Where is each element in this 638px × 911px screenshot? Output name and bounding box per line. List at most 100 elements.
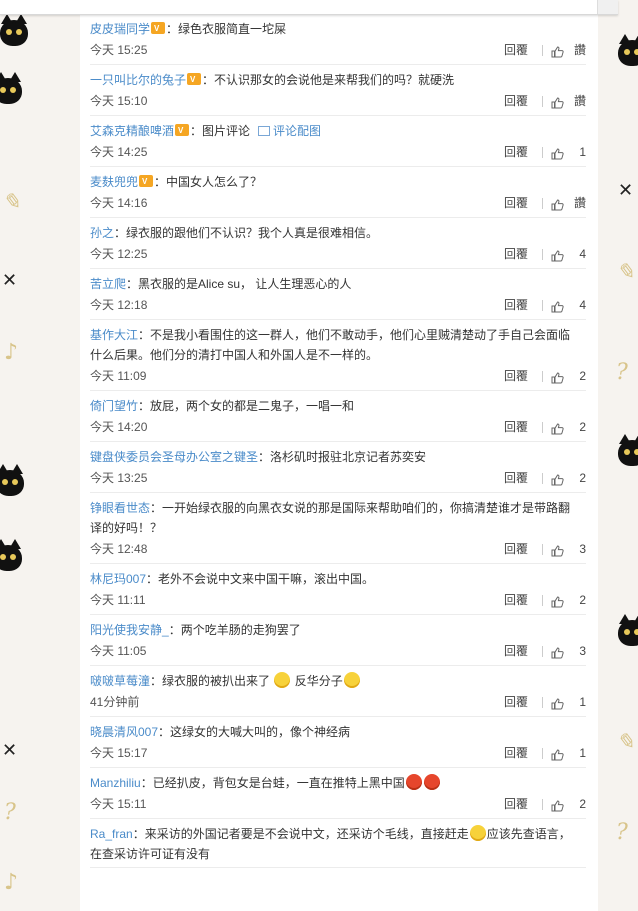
thumbs-up-icon[interactable] <box>551 95 564 109</box>
comment-meta-row: 今天 12:18 回覆 4 <box>90 294 586 316</box>
comment-content: ：一开始绿衣服的向黑衣女说的那是国际来帮助咱们的，你搞清楚谁才是带路翻译的好吗！… <box>90 501 571 535</box>
comment-username-link[interactable]: 一只叫比尔的兔子 <box>90 73 186 87</box>
reply-button[interactable]: 回覆 <box>504 295 528 315</box>
thumbs-up-icon[interactable] <box>551 421 564 435</box>
thumbs-up-icon[interactable] <box>551 248 564 262</box>
comment-timestamp: 今天 11:09 <box>90 369 147 383</box>
comment-text-line: 啵啵草莓潼：绿衣服的被扒出来了 反华分子 <box>90 671 586 691</box>
divider <box>542 95 543 107</box>
like-count[interactable]: 4 <box>572 295 586 315</box>
comment-timestamp: 今天 15:10 <box>90 94 148 108</box>
reply-button[interactable]: 回覆 <box>504 539 528 559</box>
reply-button[interactable]: 回覆 <box>504 91 528 111</box>
thumbs-up-icon[interactable] <box>551 44 564 58</box>
thumbs-up-icon[interactable] <box>551 696 564 710</box>
thumbs-up-icon[interactable] <box>551 472 564 486</box>
comment-text-line: 键盘侠委员会圣母办公室之键圣：洛杉矶时报驻北京记者苏奕安 <box>90 447 586 467</box>
thumbs-up-icon[interactable] <box>551 645 564 659</box>
black-cat-decoration <box>618 34 638 66</box>
thumbs-up-icon[interactable] <box>551 543 564 557</box>
comment-item: 铮眼看世态：一开始绿衣服的向黑衣女说的那是国际来帮助咱们的，你搞清楚谁才是带路翻… <box>90 493 586 564</box>
bow-decoration: ✕ <box>2 270 18 290</box>
comment-item: 一只叫比尔的兔子 ：不认识那女的会说他是来帮我们的吗？就硬洗今天 15:10 回覆 讚 <box>90 65 586 116</box>
thumbs-up-icon[interactable] <box>551 594 564 608</box>
smiley-emoji-icon <box>469 825 486 841</box>
divider <box>542 248 543 260</box>
comment-text-line: 苦立爬：黑衣服的是Alice su， 让人生理恶心的人 <box>90 274 586 294</box>
comment-username-link[interactable]: 铮眼看世态 <box>90 501 150 515</box>
comment-username-link[interactable]: 倚门望竹 <box>90 399 138 413</box>
like-count[interactable]: 1 <box>572 692 586 712</box>
comment-username-link[interactable]: 基作大江 <box>90 328 138 342</box>
like-count[interactable]: 2 <box>572 468 586 488</box>
comment-text-line: 艾森克精酿啤酒 ：图片评论 评论配图 <box>90 121 586 141</box>
comment-username-link[interactable]: Manzhiliu <box>90 776 141 790</box>
like-count[interactable]: 1 <box>572 142 586 162</box>
comment-timestamp: 今天 14:25 <box>90 145 148 159</box>
comment-timestamp: 41分钟前 <box>90 695 140 709</box>
comment-username-link[interactable]: 晓晨清风007 <box>90 725 158 739</box>
comment-item: 基作大江：不是我小看围住的这一群人，他们不敢动手，他们心里贼清楚动了手自己会面临… <box>90 320 586 391</box>
comment-username-link[interactable]: 啵啵草莓潼 <box>90 674 150 688</box>
top-scrollbar-corner <box>597 0 618 14</box>
comment-meta-row: 今天 11:05 回覆 3 <box>90 640 586 662</box>
like-count[interactable]: 1 <box>572 743 586 763</box>
comment-username-link[interactable]: 孙之 <box>90 226 114 240</box>
comment-username-link[interactable]: 艾森克精酿啤酒 <box>90 124 174 138</box>
like-count[interactable]: 讚 <box>572 40 586 60</box>
comment-content-continued: 反华分子 <box>294 674 343 688</box>
thumbs-up-icon[interactable] <box>551 370 564 384</box>
divider <box>542 44 543 56</box>
reply-button[interactable]: 回覆 <box>504 641 528 661</box>
thumbs-up-icon[interactable] <box>551 197 564 211</box>
thumbs-up-icon[interactable] <box>551 747 564 761</box>
like-count[interactable]: 4 <box>572 244 586 264</box>
reply-button[interactable]: 回覆 <box>504 794 528 814</box>
comment-username-link[interactable]: 麦麸兜兜 <box>90 175 138 189</box>
comment-content: ：绿色衣服简直一坨屎 <box>166 22 287 36</box>
comment-text-line: 倚门望竹：放屁，两个女的都是二鬼子，一唱一和 <box>90 396 586 416</box>
comment-text-line: 阳光使我安静_：两个吃羊肠的走狗罢了 <box>90 620 586 640</box>
divider <box>542 798 543 810</box>
like-count[interactable]: 3 <box>572 641 586 661</box>
thumbs-up-icon[interactable] <box>551 299 564 313</box>
like-count[interactable]: 2 <box>572 794 586 814</box>
vip-badge-icon <box>187 70 202 90</box>
like-count[interactable]: 2 <box>572 366 586 386</box>
comment-item: 林尼玛007：老外不会说中文来中国干嘛，滚出中国。 今天 11:11 回覆 2 <box>90 564 586 615</box>
comment-username-link[interactable]: 苦立爬 <box>90 277 126 291</box>
like-count[interactable]: 2 <box>572 417 586 437</box>
black-cat-decoration <box>0 464 24 496</box>
comment-text-line: 晓晨清风007：这绿女的大喊大叫的，像个神经病 <box>90 722 586 742</box>
thumbs-up-icon[interactable] <box>551 146 564 160</box>
comment-content: ：中国女人怎么了？ <box>154 175 263 189</box>
reply-button[interactable]: 回覆 <box>504 468 528 488</box>
reply-button[interactable]: 回覆 <box>504 590 528 610</box>
like-count[interactable]: 讚 <box>572 193 586 213</box>
like-count[interactable]: 2 <box>572 590 586 610</box>
reply-button[interactable]: 回覆 <box>504 417 528 437</box>
like-count[interactable]: 讚 <box>572 91 586 111</box>
angry-emoji-icon <box>423 774 440 790</box>
reply-button[interactable]: 回覆 <box>504 743 528 763</box>
comment-content: ：黑衣服的是Alice su， 让人生理恶心的人 <box>126 277 352 291</box>
reply-button[interactable]: 回覆 <box>504 193 528 213</box>
comment-username-link[interactable]: Ra_fran <box>90 827 133 841</box>
comment-username-link[interactable]: 林尼玛007 <box>90 572 146 586</box>
reply-button[interactable]: 回覆 <box>504 244 528 264</box>
reply-button[interactable]: 回覆 <box>504 40 528 60</box>
picture-comment-link[interactable]: 评论配图 <box>258 124 321 138</box>
comment-text-line: 皮皮瑞同学 ：绿色衣服简直一坨屎 <box>90 19 586 39</box>
thumbs-up-icon[interactable] <box>551 798 564 812</box>
reply-button[interactable]: 回覆 <box>504 142 528 162</box>
comment-username-link[interactable]: 阳光使我安静_ <box>90 623 169 637</box>
reply-button[interactable]: 回覆 <box>504 692 528 712</box>
comment-meta-row: 今天 12:25 回覆 4 <box>90 243 586 265</box>
reply-button[interactable]: 回覆 <box>504 366 528 386</box>
comment-meta-row: 今天 15:25 回覆 讚 <box>90 39 586 61</box>
comment-username-link[interactable]: 键盘侠委员会圣母办公室之键圣 <box>90 450 258 464</box>
comment-username-link[interactable]: 皮皮瑞同学 <box>90 22 150 36</box>
smiley-emoji-icon <box>343 672 360 688</box>
like-count[interactable]: 3 <box>572 539 586 559</box>
comment-timestamp: 今天 11:11 <box>90 593 146 607</box>
